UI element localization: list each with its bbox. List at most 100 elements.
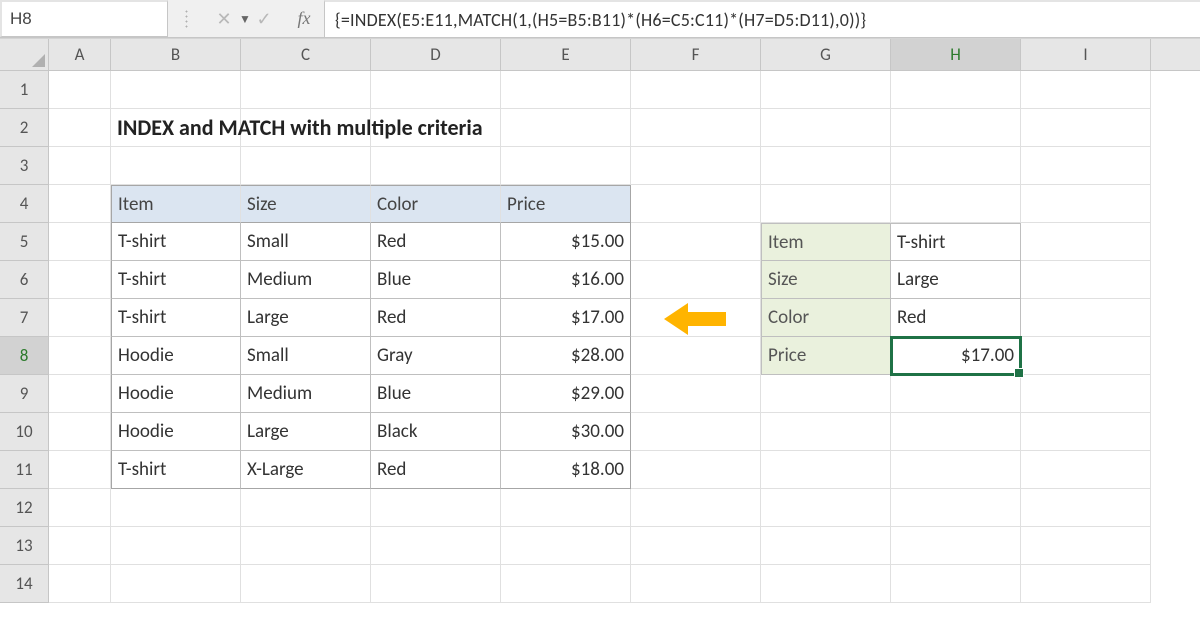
col-header-A[interactable]: A (49, 39, 111, 70)
table-cell[interactable]: $18.00 (501, 451, 631, 489)
row-header-11[interactable]: 11 (0, 451, 48, 489)
cell-H12[interactable] (891, 489, 1021, 527)
table-cell[interactable]: Small (241, 337, 371, 375)
table-cell[interactable]: Large (241, 413, 371, 451)
col-header-G[interactable]: G (761, 39, 891, 70)
row-header-7[interactable]: 7 (0, 299, 48, 337)
cell-A8[interactable] (49, 337, 111, 375)
table-cell[interactable]: Medium (241, 375, 371, 413)
cell-A4[interactable] (49, 185, 111, 223)
row-header-1[interactable]: 1 (0, 71, 48, 109)
cell-I7[interactable] (1021, 299, 1151, 337)
row-header-2[interactable]: 2 (0, 109, 48, 147)
cell-D14[interactable] (371, 565, 501, 603)
lookup-value-color[interactable]: Red (891, 299, 1021, 337)
col-header-F[interactable]: F (631, 39, 761, 70)
fx-icon[interactable]: fx (284, 0, 324, 37)
cell-G9[interactable] (761, 375, 891, 413)
cell-A14[interactable] (49, 565, 111, 603)
cell-F1[interactable] (631, 71, 761, 109)
table-cell[interactable]: Red (371, 451, 501, 489)
cell-C1[interactable] (241, 71, 371, 109)
table-cell[interactable]: $30.00 (501, 413, 631, 451)
row-header-3[interactable]: 3 (0, 147, 48, 185)
cell-E1[interactable] (501, 71, 631, 109)
cell-E13[interactable] (501, 527, 631, 565)
table-cell[interactable]: Medium (241, 261, 371, 299)
cell-I8[interactable] (1021, 337, 1151, 375)
lookup-label-color[interactable]: Color (761, 299, 891, 337)
cell-C14[interactable] (241, 565, 371, 603)
table-cell[interactable]: $17.00 (501, 299, 631, 337)
col-header-B[interactable]: B (111, 39, 241, 70)
table-cell[interactable]: $16.00 (501, 261, 631, 299)
cell-F6[interactable] (631, 261, 761, 299)
lookup-label-size[interactable]: Size (761, 261, 891, 299)
formula-input[interactable]: {=INDEX(E5:E11,MATCH(1,(H5=B5:B11)*(H6=C… (324, 0, 1200, 37)
lookup-value-item[interactable]: T-shirt (891, 223, 1021, 261)
cell-G2[interactable] (761, 109, 891, 147)
cell-C13[interactable] (241, 527, 371, 565)
table-cell[interactable]: Red (371, 223, 501, 261)
cell-A1[interactable] (49, 71, 111, 109)
cell-E2[interactable] (501, 109, 631, 147)
row-header-6[interactable]: 6 (0, 261, 48, 299)
cell-D12[interactable] (371, 489, 501, 527)
row-header-9[interactable]: 9 (0, 375, 48, 413)
cell-F2[interactable] (631, 109, 761, 147)
col-header-D[interactable]: D (371, 39, 501, 70)
table-cell[interactable]: T-shirt (111, 451, 241, 489)
cell-F8[interactable] (631, 337, 761, 375)
lookup-label-item[interactable]: Item (761, 223, 891, 261)
cell-A11[interactable] (49, 451, 111, 489)
cell-I14[interactable] (1021, 565, 1151, 603)
cell-H1[interactable] (891, 71, 1021, 109)
cell-D3[interactable] (371, 147, 501, 185)
cell-B12[interactable] (111, 489, 241, 527)
cell-H13[interactable] (891, 527, 1021, 565)
cell-D2[interactable] (371, 109, 501, 147)
cell-F5[interactable] (631, 223, 761, 261)
table-cell[interactable]: Black (371, 413, 501, 451)
lookup-value-price[interactable]: $17.00 (891, 337, 1021, 375)
cell-A2[interactable] (49, 109, 111, 147)
cell-H14[interactable] (891, 565, 1021, 603)
cell-C3[interactable] (241, 147, 371, 185)
cell-B3[interactable] (111, 147, 241, 185)
cell-E12[interactable] (501, 489, 631, 527)
table-cell[interactable]: Large (241, 299, 371, 337)
cell-E3[interactable] (501, 147, 631, 185)
table-cell[interactable]: T-shirt (111, 261, 241, 299)
cell-B13[interactable] (111, 527, 241, 565)
cell-G13[interactable] (761, 527, 891, 565)
table-cell[interactable]: Hoodie (111, 413, 241, 451)
table-header-size[interactable]: Size (241, 185, 371, 223)
cell-G11[interactable] (761, 451, 891, 489)
cell-G14[interactable] (761, 565, 891, 603)
cell-H10[interactable] (891, 413, 1021, 451)
table-cell[interactable]: X-Large (241, 451, 371, 489)
cell-I5[interactable] (1021, 223, 1151, 261)
row-header-13[interactable]: 13 (0, 527, 48, 565)
cell-A10[interactable] (49, 413, 111, 451)
table-cell[interactable]: T-shirt (111, 299, 241, 337)
cell-B1[interactable] (111, 71, 241, 109)
col-header-I[interactable]: I (1021, 39, 1151, 70)
cell-I1[interactable] (1021, 71, 1151, 109)
cell-F13[interactable] (631, 527, 761, 565)
cell-I6[interactable] (1021, 261, 1151, 299)
cells-area[interactable]: INDEX and MATCH with multiple criteria I… (49, 71, 1200, 630)
cell-F14[interactable] (631, 565, 761, 603)
cell-G3[interactable] (761, 147, 891, 185)
cell-B14[interactable] (111, 565, 241, 603)
table-cell[interactable]: Gray (371, 337, 501, 375)
col-header-E[interactable]: E (501, 39, 631, 70)
cell-I4[interactable] (1021, 185, 1151, 223)
cell-A13[interactable] (49, 527, 111, 565)
cell-I13[interactable] (1021, 527, 1151, 565)
cell-I3[interactable] (1021, 147, 1151, 185)
cell-G1[interactable] (761, 71, 891, 109)
select-all-corner[interactable] (0, 39, 49, 71)
formula-bar-grip[interactable] (168, 0, 204, 37)
table-cell[interactable]: $15.00 (501, 223, 631, 261)
